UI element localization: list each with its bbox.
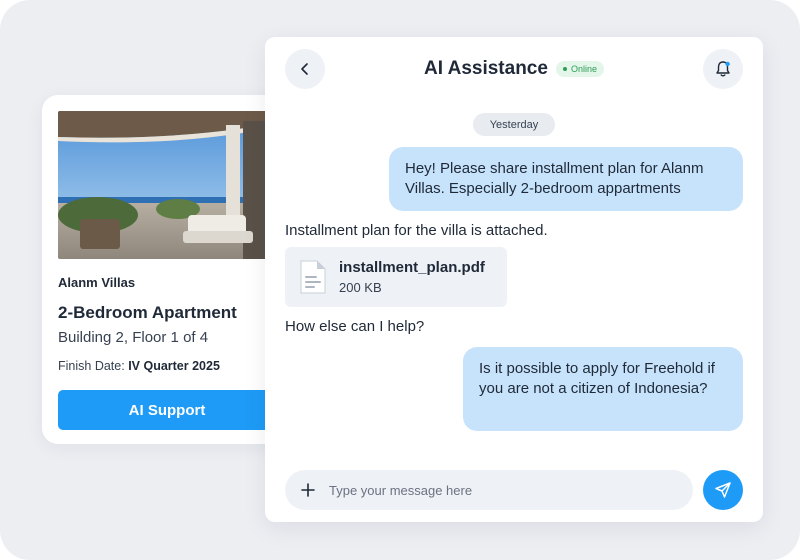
attach-button[interactable] [297,479,319,501]
send-icon [715,482,731,498]
online-dot-icon [562,67,567,71]
status-badge: Online [555,61,604,77]
message-input[interactable] [329,482,669,498]
plus-icon [301,483,315,497]
property-photo [58,111,276,259]
chat-header: AI Assistance Online [265,58,763,80]
apartment-title: 2-Bedroom Apartment [58,303,237,322]
ai-support-button[interactable]: AI Support [58,390,276,430]
status-text: Online [570,64,597,74]
finish-date: Finish Date: IV Quarter 2025 [58,359,276,373]
message-composer [285,470,693,510]
send-button[interactable] [703,470,743,510]
chat-title: AI Assistance [424,58,548,79]
file-name: installment_plan.pdf [339,259,485,276]
building-info: Building 2, Floor 1 of 4 [58,329,209,346]
finish-date-label: Finish Date: [58,359,125,373]
villa-name: Alanm Villas [58,275,136,290]
finish-date-value: IV Quarter 2025 [128,359,220,373]
bell-icon [716,61,730,77]
assistant-message: How else can I help? [285,318,425,335]
file-size: 200 KB [339,280,382,295]
file-attachment[interactable]: installment_plan.pdf 200 KB [285,247,507,307]
file-info: installment_plan.pdf 200 KB [339,259,485,295]
user-message: Is it possible to apply for Freehold if … [463,347,743,431]
document-icon [300,260,326,294]
property-card: Alanm Villas 2-Bedroom Apartment Buildin… [42,95,292,444]
assistant-message: Installment plan for the villa is attach… [285,222,548,239]
day-divider: Yesterday [473,113,555,136]
chat-panel: AI Assistance Online Yesterday Hey! Plea… [265,37,763,522]
notifications-button[interactable] [703,49,743,89]
user-message: Hey! Please share installment plan for A… [389,147,743,211]
